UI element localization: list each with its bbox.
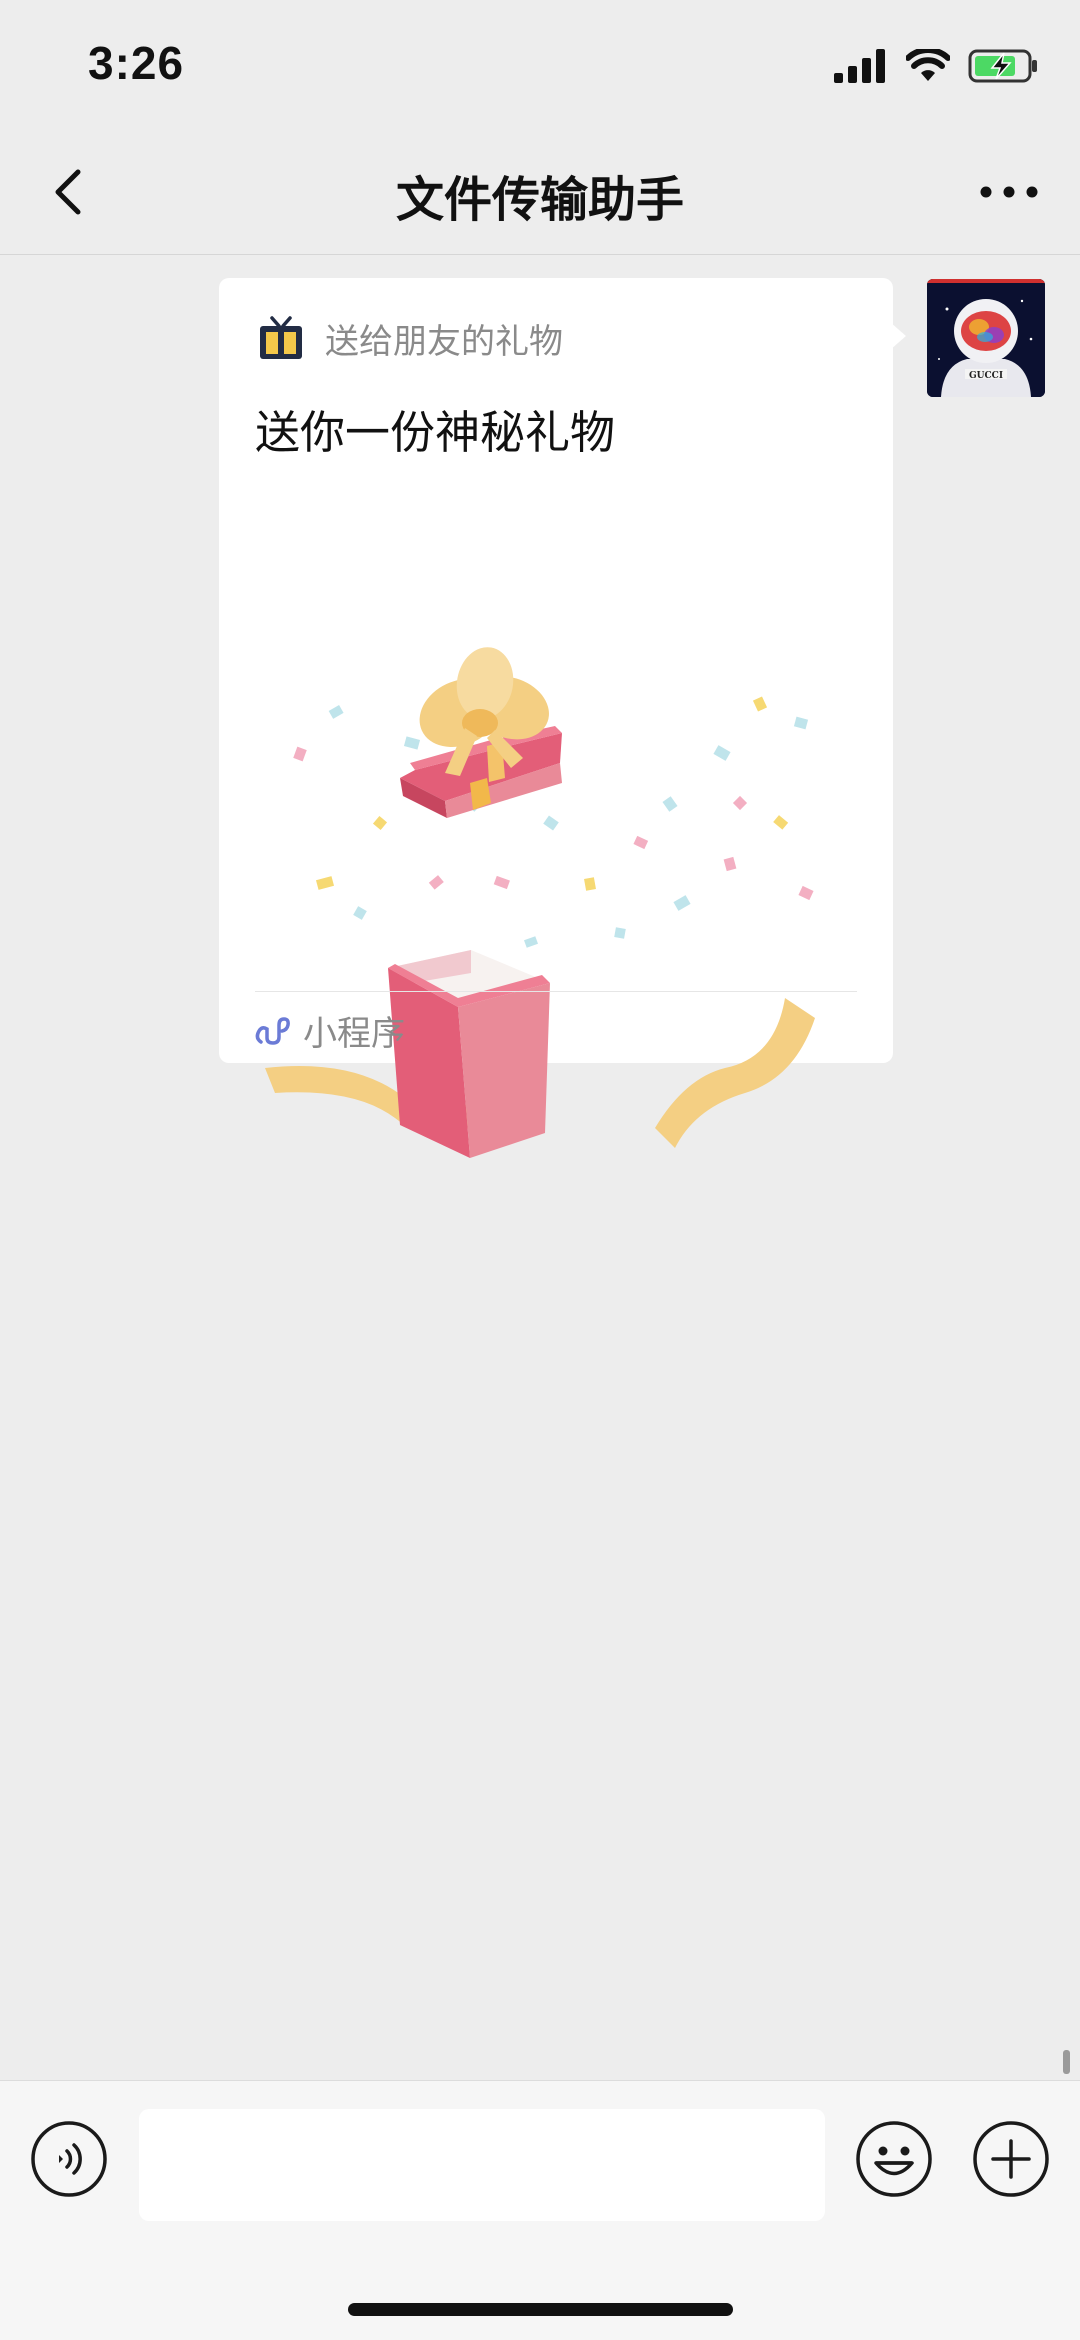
avatar-logo-text: GUCCI: [969, 371, 1003, 381]
open-gift-box-illustration: [265, 647, 815, 1158]
message-input[interactable]: [139, 2109, 825, 2221]
card-source-label: 送给朋友的礼物: [325, 322, 563, 362]
card-type-label: 小程序: [303, 1014, 405, 1054]
card-header: 送给朋友的礼物: [257, 314, 563, 363]
mini-program-icon: [255, 1016, 290, 1045]
scroll-indicator: [1063, 2050, 1070, 2074]
more-options-icon[interactable]: [974, 160, 1044, 224]
mini-program-card[interactable]: 送给朋友的礼物 送你一份神秘礼物 小程序: [219, 278, 893, 1158]
signal-icon: [834, 49, 885, 83]
status-icons: [834, 48, 1040, 84]
nav-bar: 文件传输助手: [0, 130, 1080, 255]
page-title: 文件传输助手: [395, 172, 684, 228]
status-time: 3:26: [88, 37, 185, 89]
gift-box-icon: [260, 315, 302, 359]
input-bar: [0, 2080, 1080, 2340]
home-indicator: [348, 2303, 733, 2316]
battery-charging-icon: [968, 49, 1037, 83]
astronaut-avatar-image: GUCCI: [927, 279, 1045, 397]
emoji-icon[interactable]: [855, 2120, 933, 2198]
avatar[interactable]: GUCCI: [927, 279, 1045, 397]
status-bar: 3:26: [0, 0, 1080, 130]
card-divider: [255, 991, 857, 992]
add-more-icon[interactable]: [972, 2120, 1050, 2198]
card-footer: 小程序: [253, 1006, 405, 1055]
voice-input-icon[interactable]: [30, 2120, 108, 2198]
wifi-icon: [906, 49, 950, 81]
card-title: 送你一份神秘礼物: [255, 406, 616, 459]
